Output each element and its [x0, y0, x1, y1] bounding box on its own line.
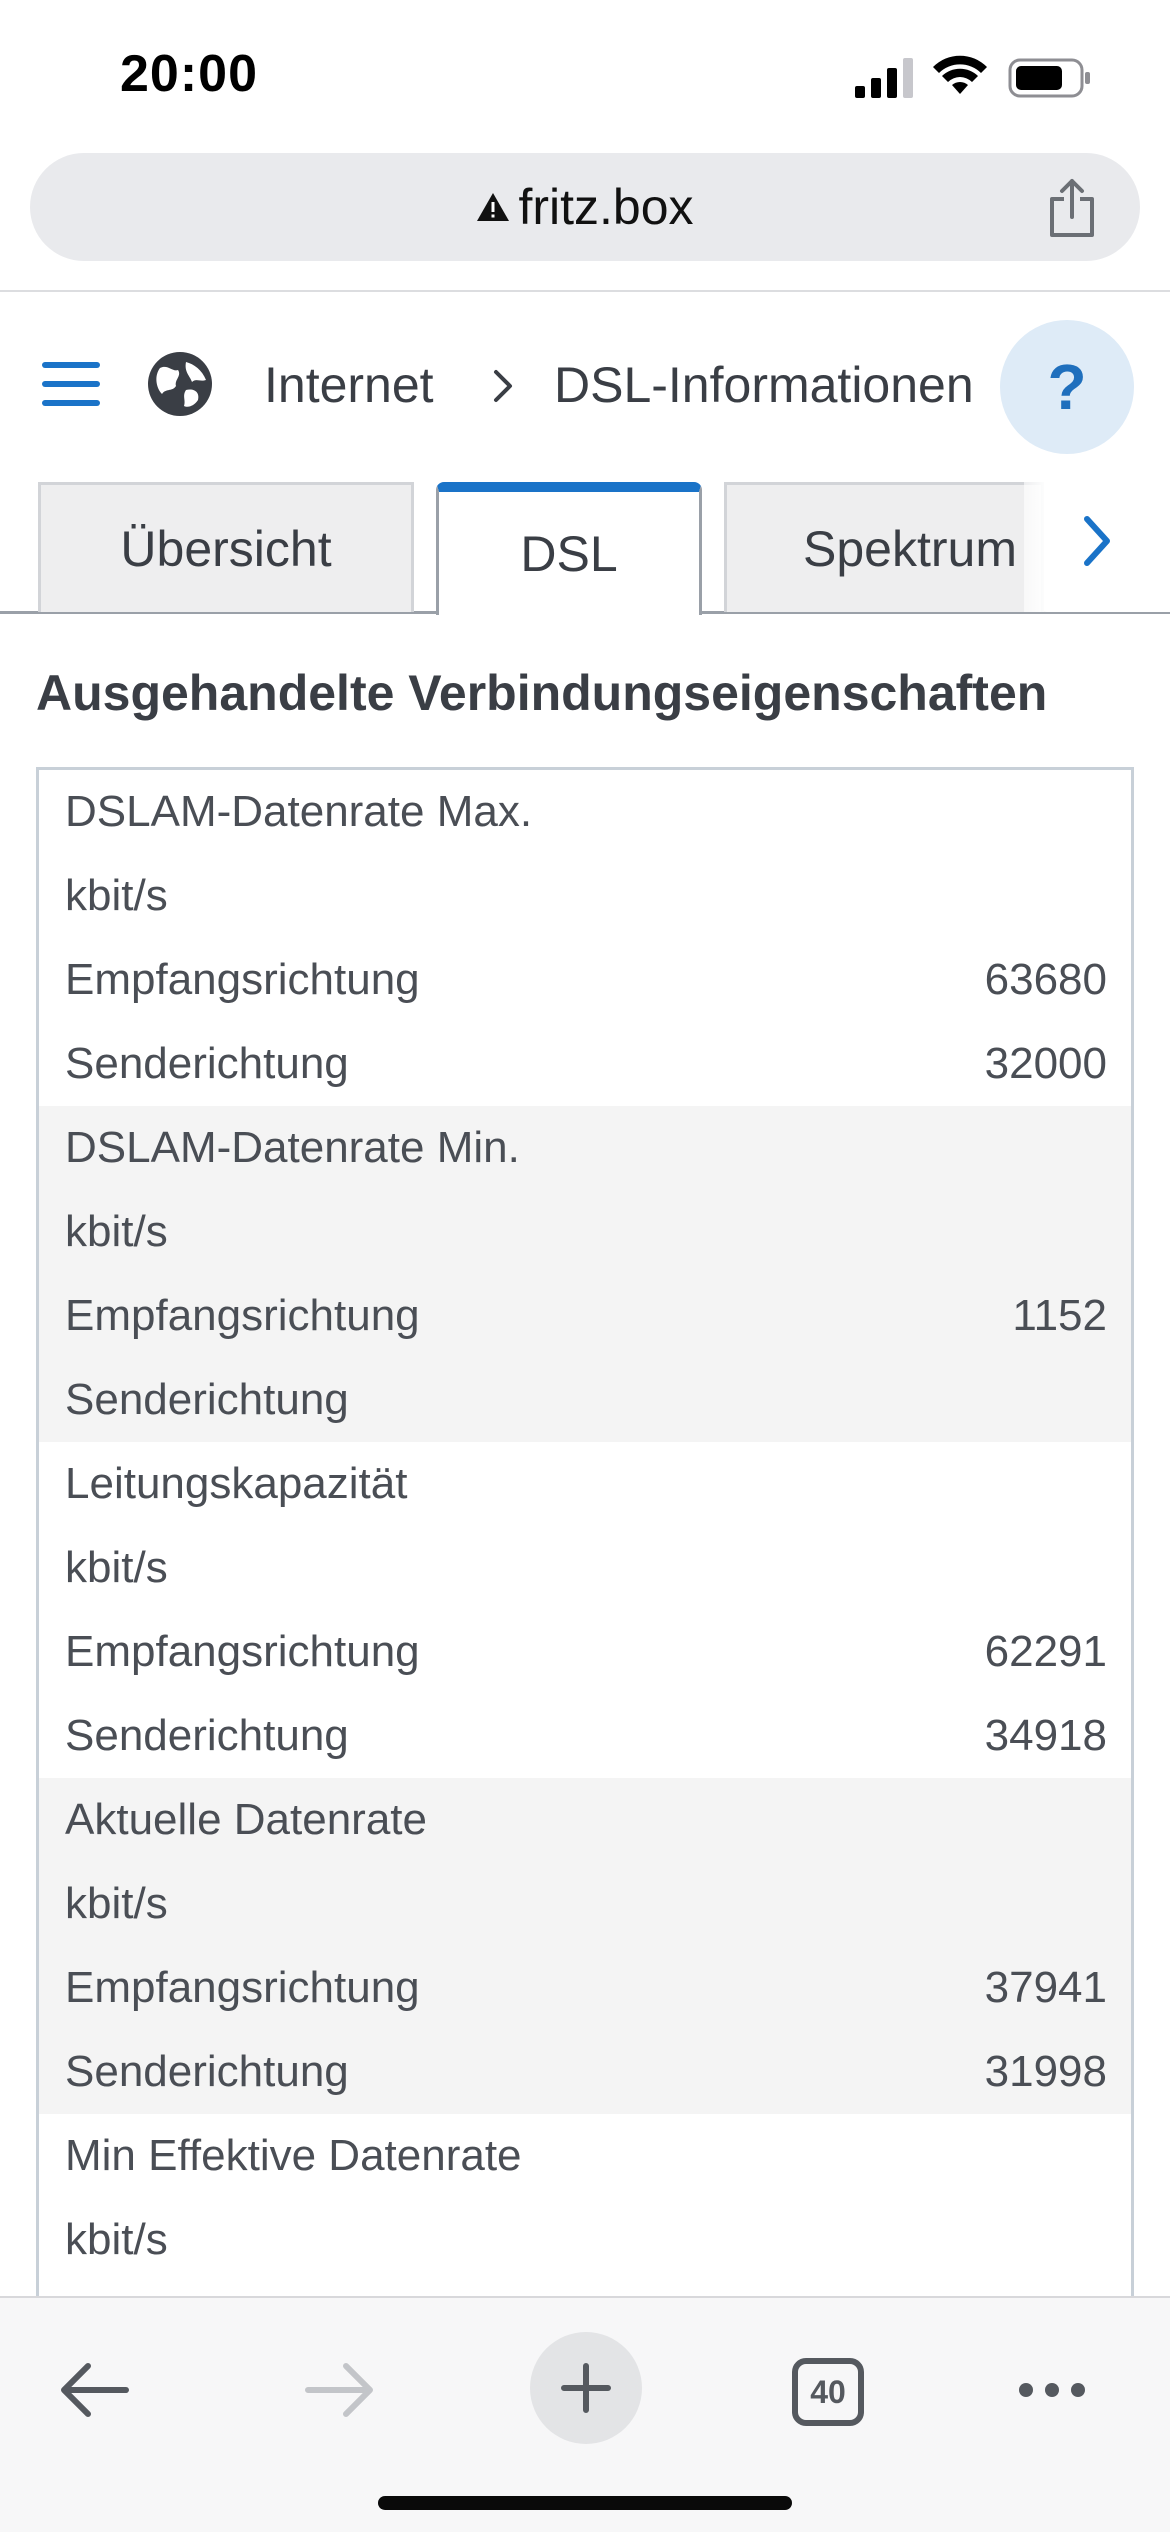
status-bar: 20:00: [0, 0, 1170, 140]
group-title: DSLAM-Datenrate Max.: [65, 787, 533, 836]
share-icon[interactable]: [1044, 177, 1100, 239]
group-unit: kbit/s: [65, 871, 168, 920]
tab-overview[interactable]: Übersicht: [38, 482, 414, 612]
help-button[interactable]: ?: [1000, 320, 1134, 454]
cellular-signal-icon: [855, 58, 913, 98]
address-bar[interactable]: fritz.box: [30, 153, 1140, 261]
connection-properties-table: DSLAM-Datenrate Max. kbit/s Empfangsrich…: [36, 767, 1134, 2297]
status-time: 20:00: [120, 45, 258, 103]
table-group-dslam-min: DSLAM-Datenrate Min. kbit/s Empfangsrich…: [39, 1106, 1131, 1442]
group-title: Aktuelle Datenrate: [65, 1795, 427, 1844]
breadcrumb-current-page: DSL-Informationen: [554, 357, 974, 413]
table-group-dslam-max: DSLAM-Datenrate Max. kbit/s Empfangsrich…: [39, 770, 1131, 1106]
back-arrow-icon[interactable]: [58, 2358, 132, 2422]
row-label: Senderichtung: [65, 1375, 349, 1424]
table-row: Senderichtung: [39, 1358, 1131, 1442]
hamburger-menu-icon[interactable]: [42, 360, 100, 408]
table-row: Empfangsrichtung 62291: [39, 1610, 1131, 1694]
browser-bottom-toolbar: 40: [0, 2296, 1170, 2532]
row-value: 31998: [984, 2047, 1107, 2096]
table-group-min-effective-rate: Min Effektive Datenrate kbit/s: [39, 2114, 1131, 2282]
tab-dsl[interactable]: DSL: [436, 482, 702, 615]
table-row: Empfangsrichtung 63680: [39, 938, 1131, 1022]
row-label: Senderichtung: [65, 1039, 349, 1088]
new-tab-button[interactable]: [530, 2332, 642, 2444]
tabs-scroll-right-button[interactable]: [1024, 470, 1170, 612]
tab-switcher-button[interactable]: 40: [792, 2358, 864, 2426]
row-value: 32000: [984, 1039, 1107, 1088]
globe-icon: [148, 352, 212, 416]
chevron-right-icon: [1084, 516, 1110, 566]
row-value: 34918: [984, 1711, 1107, 1760]
group-unit: kbit/s: [65, 2215, 168, 2264]
breadcrumb-internet[interactable]: Internet: [264, 356, 434, 414]
group-title: Leitungskapazität: [65, 1459, 408, 1508]
table-row: Senderichtung 31998: [39, 2030, 1131, 2114]
more-options-icon[interactable]: [1016, 2378, 1088, 2402]
tab-spectrum[interactable]: Spektrum: [724, 482, 1044, 612]
group-unit: kbit/s: [65, 1543, 168, 1592]
home-indicator: [378, 2496, 792, 2510]
row-label: Senderichtung: [65, 2047, 349, 2096]
chevron-right-icon: [494, 370, 512, 402]
table-group-current-rate: Aktuelle Datenrate kbit/s Empfangsrichtu…: [39, 1778, 1131, 2114]
row-value: 1152: [1012, 1291, 1107, 1340]
group-unit: kbit/s: [65, 1207, 168, 1256]
row-value: 37941: [984, 1963, 1107, 2012]
table-row: Senderichtung 32000: [39, 1022, 1131, 1106]
table-row: Empfangsrichtung 1152: [39, 1274, 1131, 1358]
row-label: Empfangsrichtung: [65, 1627, 420, 1676]
table-row: Empfangsrichtung 37941: [39, 1946, 1131, 2030]
row-value: 62291: [984, 1627, 1107, 1676]
tab-spectrum-label: Spektrum: [803, 520, 1017, 577]
battery-icon: [1008, 58, 1090, 98]
section-title: Ausgehandelte Verbindungseigenschaften: [36, 665, 1048, 721]
plus-icon: [561, 2363, 611, 2413]
table-group-line-capacity: Leitungskapazität kbit/s Empfangsrichtun…: [39, 1442, 1131, 1778]
group-title: DSLAM-Datenrate Min.: [65, 1123, 520, 1172]
warning-icon: [477, 193, 510, 221]
url-text: fritz.box: [518, 179, 694, 235]
row-label: Empfangsrichtung: [65, 1291, 420, 1340]
forward-arrow-icon[interactable]: [302, 2358, 376, 2422]
table-row: Senderichtung 34918: [39, 1694, 1131, 1778]
toolbar-divider: [0, 290, 1170, 292]
group-title: Min Effektive Datenrate: [65, 2131, 522, 2180]
row-label: Senderichtung: [65, 1711, 349, 1760]
row-value: 63680: [984, 955, 1107, 1004]
row-label: Empfangsrichtung: [65, 955, 420, 1004]
wifi-icon: [933, 55, 987, 94]
row-label: Empfangsrichtung: [65, 1963, 420, 2012]
group-unit: kbit/s: [65, 1879, 168, 1928]
